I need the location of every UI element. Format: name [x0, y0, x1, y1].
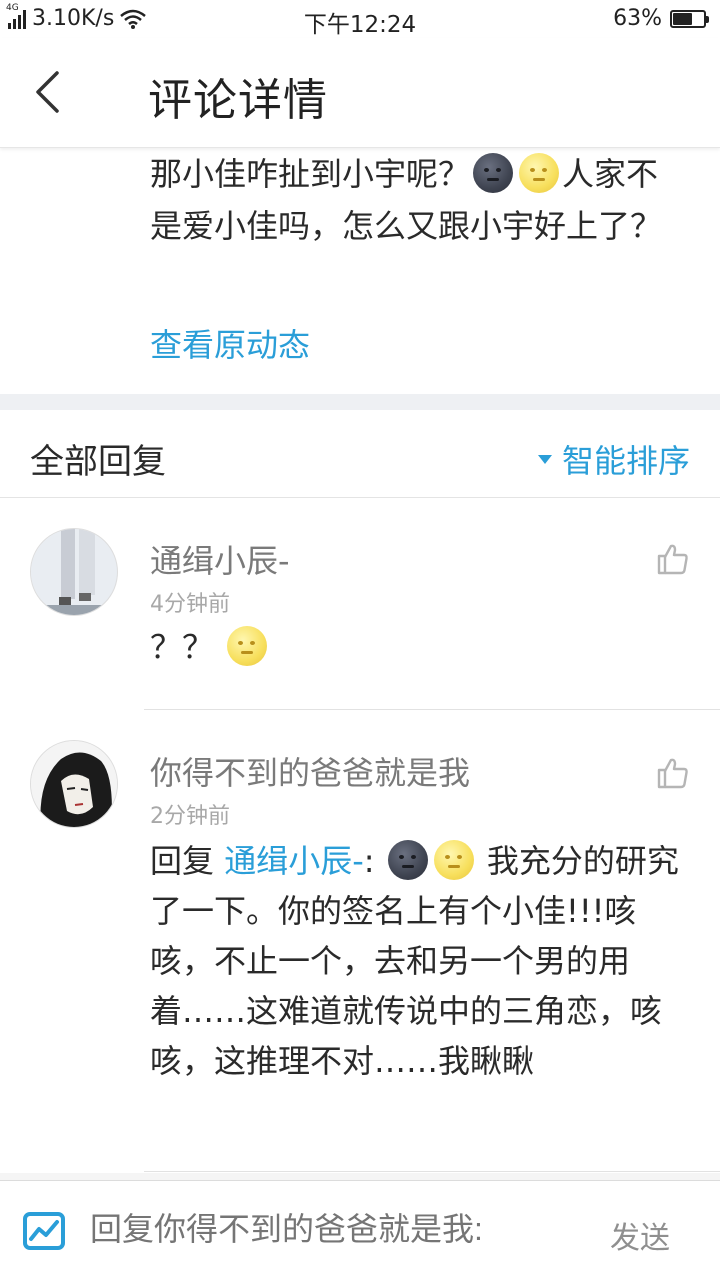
like-button[interactable] — [656, 542, 690, 576]
thumbs-up-icon — [657, 544, 688, 575]
battery-icon — [670, 9, 709, 28]
comment-username[interactable]: 通缉小辰- — [150, 536, 290, 582]
header: 评论详情 — [0, 38, 720, 148]
clock: 下午12:24 — [303, 12, 417, 38]
comment-time: 2分钟前 — [150, 804, 230, 829]
view-original-link[interactable]: 查看原动态 — [150, 320, 310, 366]
reply-input[interactable] — [90, 1211, 560, 1248]
original-post: 那小佳咋扯到小宇呢？ 人家不是爱小佳吗，怎么又跟小宇好上了？ — [0, 148, 720, 394]
comment-item: 你得不到的爸爸就是我 2分钟前 回复 通缉小辰-: 我充分的研究了一下。你的签名… — [0, 710, 720, 1172]
new-moon-face-emoji — [387, 840, 428, 880]
avatar-image — [31, 741, 117, 827]
comment-time: 4分钟前 — [150, 592, 230, 617]
avatar-image — [31, 529, 117, 615]
avatar[interactable] — [30, 740, 118, 828]
sort-button[interactable]: 智能排序 — [537, 436, 690, 482]
status-right: 63% — [613, 6, 709, 31]
divider — [144, 1171, 720, 1172]
like-button[interactable] — [656, 756, 690, 790]
page-title: 评论详情 — [148, 75, 328, 126]
battery-fill — [673, 12, 692, 25]
mention-link[interactable]: 通缉小辰- — [224, 842, 364, 880]
full-moon-face-emoji — [227, 626, 268, 666]
replies-header: 全部回复 智能排序 — [0, 410, 720, 498]
battery-percent: 63% — [613, 6, 662, 31]
reply-chart-icon[interactable] — [22, 1211, 66, 1251]
status-bar: 4G 3.10K/s 下午12:24 63% — [0, 0, 720, 38]
post-text-part1: 那小佳咋扯到小宇呢？ — [150, 155, 471, 193]
post-text: 那小佳咋扯到小宇呢？ 人家不是爱小佳吗，怎么又跟小宇好上了？ — [150, 148, 690, 252]
full-moon-face-emoji — [433, 840, 474, 880]
sort-label: 智能排序 — [561, 442, 690, 480]
comment-body: 回复 通缉小辰-: 我充分的研究了一下。你的签名上有个小佳!!!咳咳，不止一个，… — [150, 836, 695, 1086]
reply-prefix: 回复 — [150, 842, 215, 880]
replies-title: 全部回复 — [30, 442, 166, 482]
thumbs-up-icon — [657, 758, 688, 789]
chevron-left-icon — [36, 71, 59, 113]
comment-item: 通缉小辰- 4分钟前 ？？ — [0, 498, 720, 710]
comment-text: ？？ — [150, 628, 215, 666]
mention-suffix: : — [363, 842, 375, 880]
section-divider — [0, 394, 720, 410]
reply-bar: 发送 — [0, 1173, 720, 1280]
back-button[interactable] — [22, 64, 72, 120]
avatar[interactable] — [30, 528, 118, 616]
reply-chart-icon-svg — [23, 1212, 65, 1250]
comment-body: ？？ — [150, 622, 695, 672]
send-button[interactable]: 发送 — [610, 1213, 670, 1257]
comment-username[interactable]: 你得不到的爸爸就是我 — [150, 748, 470, 794]
new-moon-face-emoji — [473, 153, 514, 193]
full-moon-face-emoji — [519, 153, 560, 193]
caret-down-icon — [537, 454, 552, 464]
